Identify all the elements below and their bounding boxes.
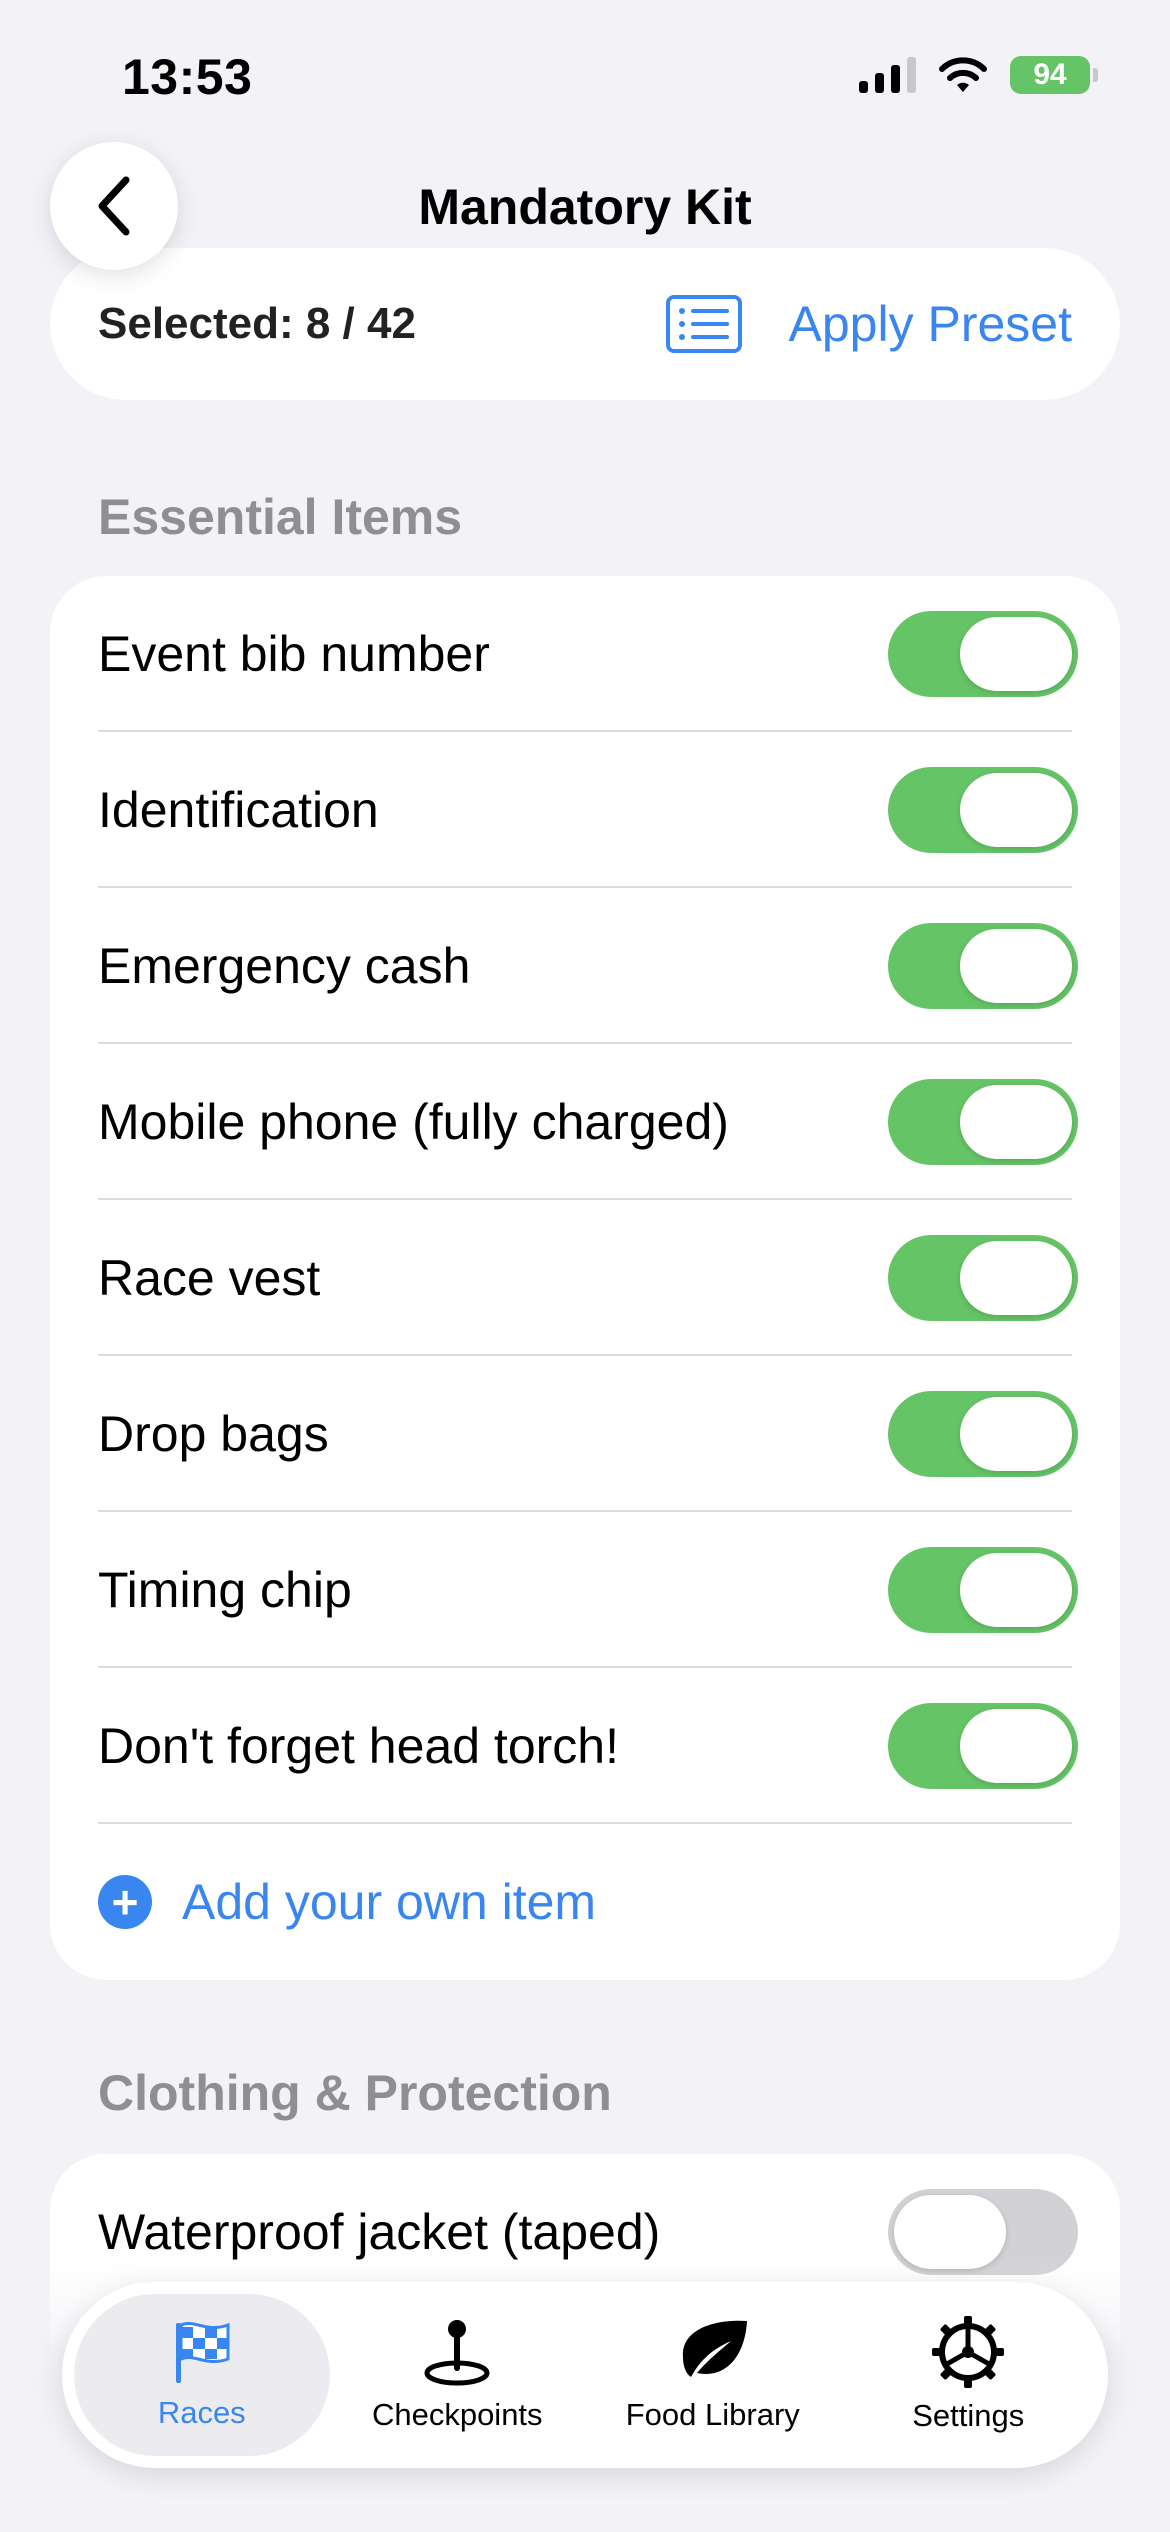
selection-bar: Selected: 8 / 42 Apply Preset	[50, 248, 1120, 400]
add-item-label: Add your own item	[182, 1874, 597, 1930]
list-item: Don't forget head torch!	[50, 1668, 1120, 1824]
leaf-icon	[682, 2320, 747, 2377]
wifi-icon	[939, 57, 987, 92]
page: 13:53 94 Mandatory Kit Selected: 8 / 42	[0, 0, 1170, 2532]
tab-label: Checkpoints	[371, 2397, 543, 2432]
add-item-button[interactable]: + Add your own item	[50, 1824, 1120, 1980]
item-label: Drop bags	[98, 1406, 329, 1462]
list-item: Event bib number	[50, 576, 1120, 732]
essential-items-card: Event bib number Identification Emergenc…	[50, 576, 1120, 1980]
gear-icon	[932, 2316, 1005, 2388]
item-label: Identification	[98, 782, 379, 838]
list-item: Timing chip	[50, 1512, 1120, 1668]
status-icons: 94	[859, 56, 1098, 94]
tab-label: Races	[157, 2395, 246, 2430]
selected-count: Selected: 8 / 42	[98, 299, 416, 348]
item-toggle[interactable]	[888, 611, 1078, 697]
toggle-knob	[960, 773, 1072, 847]
tab-checkpoints[interactable]: Checkpoints	[330, 2294, 586, 2456]
toggle-knob	[960, 617, 1072, 691]
item-label: Timing chip	[98, 1562, 352, 1618]
toggle-knob	[894, 2195, 1006, 2269]
cellular-signal-icon	[859, 57, 916, 93]
item-toggle[interactable]	[888, 1079, 1078, 1165]
item-toggle[interactable]	[888, 1703, 1078, 1789]
list-item: Mobile phone (fully charged)	[50, 1044, 1120, 1200]
toggle-knob	[960, 1709, 1072, 1783]
item-toggle[interactable]	[888, 1547, 1078, 1633]
tab-label: Settings	[912, 2398, 1025, 2433]
list-item: Race vest	[50, 1200, 1120, 1356]
back-button[interactable]	[50, 142, 178, 270]
toggle-knob	[960, 1553, 1072, 1627]
divider	[98, 1822, 1072, 1824]
tab-bar: Races Checkpoints Food Library Settings	[62, 2282, 1108, 2468]
item-label: Event bib number	[98, 626, 490, 682]
item-toggle[interactable]	[888, 1235, 1078, 1321]
toggle-knob	[960, 1397, 1072, 1471]
battery-level: 94	[1033, 58, 1067, 91]
tab-settings[interactable]: Settings	[841, 2294, 1097, 2456]
map-pin-icon	[424, 2320, 490, 2386]
checkered-flag-icon	[175, 2322, 230, 2383]
apply-preset-button[interactable]: Apply Preset	[665, 294, 1072, 354]
toggle-knob	[960, 1085, 1072, 1159]
apply-preset-label: Apply Preset	[788, 296, 1072, 352]
item-label: Mobile phone (fully charged)	[98, 1094, 729, 1150]
tab-food-library[interactable]: Food Library	[585, 2294, 841, 2456]
battery-icon: 94	[1010, 56, 1098, 94]
section-header-essential: Essential Items	[98, 489, 463, 545]
list-item: Identification	[50, 732, 1120, 888]
toggle-knob	[960, 1241, 1072, 1315]
toggle-knob	[960, 929, 1072, 1003]
section-header-clothing: Clothing & Protection	[98, 2065, 612, 2121]
list-item: Drop bags	[50, 1356, 1120, 1512]
item-label: Race vest	[98, 1250, 321, 1306]
item-label: Waterproof jacket (taped)	[98, 2204, 661, 2260]
list-item: Emergency cash	[50, 888, 1120, 1044]
item-label: Don't forget head torch!	[98, 1718, 619, 1774]
item-toggle[interactable]	[888, 1391, 1078, 1477]
plus-circle-icon: +	[98, 1875, 152, 1929]
item-label: Emergency cash	[98, 938, 471, 994]
chevron-left-icon	[98, 176, 130, 236]
item-toggle[interactable]	[888, 767, 1078, 853]
tab-races[interactable]: Races	[74, 2294, 330, 2456]
tab-label: Food Library	[625, 2397, 800, 2432]
item-toggle[interactable]	[888, 923, 1078, 1009]
list-icon	[665, 295, 742, 353]
status-time: 13:53	[122, 49, 253, 105]
